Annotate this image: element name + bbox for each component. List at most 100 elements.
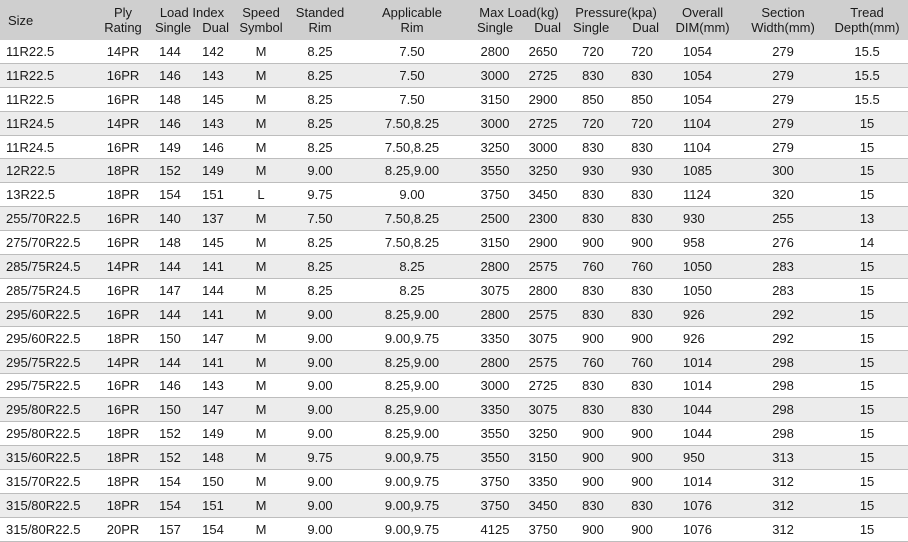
table-row: 315/80R22.5 18PR 154 151 M 9.00 9.00,9.75 3750 3…: [0, 493, 908, 518]
header-applicable-rim: Applicable Rim: [353, 0, 472, 40]
header-load-dual: Dual: [202, 20, 230, 35]
cell-load-single: 154: [149, 469, 191, 494]
cell-standed-rim: 8.25: [287, 40, 354, 64]
cell-size: 13R22.5: [0, 182, 97, 208]
cell-pressure-single: 930: [567, 158, 620, 184]
header-pressure-single: Single: [573, 20, 610, 35]
cell-tread-depth: 15: [826, 182, 908, 208]
cell-maxload-single: 3350: [471, 397, 520, 423]
cell-overall-dim: 1044: [665, 421, 741, 447]
table-row: 275/70R22.5 16PR 148 145 M 8.25 7.50,8.25 3150 2…: [0, 230, 908, 256]
cell-ply-rating: 16PR: [97, 302, 149, 327]
cell-ply-rating: 16PR: [97, 206, 149, 232]
cell-size: 295/75R22.5: [0, 350, 97, 375]
cell-pressure-single: 830: [567, 63, 620, 88]
header-load-line1: Load Index: [159, 5, 225, 20]
header-maxload-dual: Dual: [534, 20, 562, 35]
cell-maxload-single: 2500: [471, 206, 520, 232]
cell-tread-depth: 13: [826, 206, 908, 232]
cell-applicable-rim: 9.00,9.75: [353, 493, 472, 518]
cell-standed-rim: 7.50: [287, 206, 354, 232]
cell-tread-depth: 15: [826, 469, 908, 494]
cell-maxload-single: 3000: [471, 111, 520, 136]
table-row: 285/75R24.5 14PR 144 141 M 8.25 8.25 2800 2575 76…: [0, 254, 908, 279]
header-ply-rating: Ply Rating: [97, 0, 149, 40]
cell-section-width: 292: [740, 326, 827, 351]
header-tread-line1: Tread: [850, 5, 884, 20]
cell-speed-symbol: M: [235, 397, 288, 423]
cell-applicable-rim: 9.00: [353, 182, 472, 208]
cell-section-width: 298: [740, 421, 827, 447]
cell-maxload-dual: 2575: [519, 350, 568, 375]
cell-speed-symbol: M: [235, 517, 288, 542]
cell-maxload-dual: 3350: [519, 469, 568, 494]
cell-speed-symbol: M: [235, 135, 288, 160]
header-standed-rim: Standed Rim: [287, 0, 354, 40]
cell-load-single: 148: [149, 230, 191, 256]
cell-tread-depth: 15: [826, 278, 908, 303]
header-app-line2: Rim: [400, 20, 424, 35]
cell-pressure-dual: 830: [619, 373, 666, 399]
table-header: Size Ply Rating Load Index Single Dual S…: [0, 0, 908, 40]
cell-pressure-dual: 830: [619, 182, 666, 208]
cell-load-dual: 154: [191, 517, 236, 542]
cell-load-single: 146: [149, 111, 191, 136]
cell-ply-rating: 16PR: [97, 87, 149, 112]
cell-maxload-dual: 2900: [519, 87, 568, 112]
cell-maxload-single: 2800: [471, 350, 520, 375]
cell-ply-rating: 18PR: [97, 326, 149, 351]
table-row: 285/75R24.5 16PR 147 144 M 8.25 8.25 3075 2800 83…: [0, 278, 908, 303]
table-row: 295/80R22.5 18PR 152 149 M 9.00 8.25,9.00 3550 3…: [0, 421, 908, 447]
cell-maxload-dual: 2900: [519, 230, 568, 256]
cell-maxload-single: 3550: [471, 421, 520, 447]
cell-ply-rating: 14PR: [97, 40, 149, 64]
cell-size: 315/70R22.5: [0, 469, 97, 494]
cell-pressure-single: 830: [567, 278, 620, 303]
cell-pressure-dual: 760: [619, 254, 666, 279]
cell-pressure-single: 830: [567, 397, 620, 423]
cell-standed-rim: 9.00: [287, 469, 354, 494]
cell-applicable-rim: 7.50,8.25: [353, 206, 472, 232]
cell-pressure-single: 830: [567, 182, 620, 208]
cell-ply-rating: 18PR: [97, 445, 149, 471]
cell-pressure-single: 900: [567, 469, 620, 494]
cell-standed-rim: 8.25: [287, 87, 354, 112]
table-row: 11R22.5 14PR 144 142 M 8.25 7.50 2800 2650 720 720…: [0, 40, 908, 64]
cell-tread-depth: 15: [826, 135, 908, 160]
cell-size: 315/60R22.5: [0, 445, 97, 471]
cell-speed-symbol: L: [235, 182, 288, 208]
cell-pressure-dual: 900: [619, 326, 666, 351]
table-row: 295/75R22.5 16PR 146 143 M 9.00 8.25,9.00 3000 2…: [0, 373, 908, 399]
header-pressure-dual: Dual: [632, 20, 660, 35]
header-tread-depth: Tread Depth(mm): [826, 0, 908, 40]
cell-ply-rating: 16PR: [97, 278, 149, 303]
cell-pressure-single: 720: [567, 111, 620, 136]
cell-pressure-dual: 830: [619, 63, 666, 88]
cell-load-single: 146: [149, 63, 191, 88]
cell-section-width: 298: [740, 373, 827, 399]
cell-load-single: 150: [149, 326, 191, 351]
header-pressure-sub: Single Dual: [567, 20, 665, 35]
cell-load-dual: 143: [191, 111, 236, 136]
cell-overall-dim: 1054: [665, 40, 741, 64]
cell-overall-dim: 958: [665, 230, 741, 256]
cell-ply-rating: 18PR: [97, 182, 149, 208]
header-std-line1: Standed: [295, 5, 345, 20]
cell-pressure-dual: 760: [619, 350, 666, 375]
table-row: 295/60R22.5 16PR 144 141 M 9.00 8.25,9.00 2800 2…: [0, 302, 908, 327]
cell-applicable-rim: 7.50: [353, 63, 472, 88]
cell-applicable-rim: 8.25,9.00: [353, 158, 472, 184]
cell-pressure-single: 900: [567, 517, 620, 542]
cell-overall-dim: 1044: [665, 397, 741, 423]
cell-tread-depth: 15: [826, 373, 908, 399]
cell-ply-rating: 14PR: [97, 254, 149, 279]
header-section-width: Section Width(mm): [740, 0, 827, 40]
cell-maxload-single: 3150: [471, 230, 520, 256]
cell-pressure-single: 900: [567, 445, 620, 471]
cell-tread-depth: 15.5: [826, 87, 908, 112]
cell-pressure-single: 830: [567, 373, 620, 399]
cell-standed-rim: 9.00: [287, 373, 354, 399]
cell-size: 315/80R22.5: [0, 517, 97, 542]
cell-speed-symbol: M: [235, 350, 288, 375]
cell-size: 285/75R24.5: [0, 254, 97, 279]
